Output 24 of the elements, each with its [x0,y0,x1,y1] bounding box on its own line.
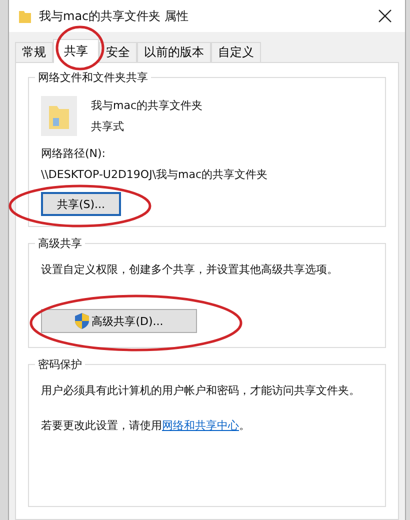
advanced-sharing-button[interactable]: 高级共享(D)... [41,309,197,333]
annotation-ellipse [56,26,104,70]
folder-icon [41,96,77,136]
tab[interactable]: 以前的版本 [137,42,211,62]
close-icon [378,9,392,23]
path-label: 网络路径(N): [41,146,106,161]
tab[interactable]: 常规 [15,42,53,62]
description-text: 设置自定义权限，创建多个共享，并设置其他高级共享选项。 [41,262,338,277]
share-status: 共享式 [91,119,125,134]
tab[interactable]: 自定义 [211,42,261,62]
folder-name: 我与mac的共享文件夹 [91,98,203,113]
shield-icon [74,313,89,329]
folder-icon [19,9,31,23]
description-text: 用户必须具有此计算机的用户帐户和密码，才能访问共享文件夹。 [41,383,360,398]
network-path: \\DESKTOP-U2D19OJ\我与mac的共享文件夹 [41,167,268,182]
network-center-link[interactable]: 网络和共享中心 [162,419,239,432]
group-title: 高级共享 [35,236,85,251]
tab[interactable]: 安全 [99,42,137,62]
hint-text: 若要更改此设置，请使用网络和共享中心。 [41,418,250,433]
share-button[interactable]: 共享(S)... [41,192,121,216]
tab[interactable]: 共享 [53,39,99,63]
group-title: 网络文件和文件夹共享 [35,70,151,85]
window-title: 我与mac的共享文件夹 属性 [39,8,190,24]
group-title: 密码保护 [35,357,85,372]
